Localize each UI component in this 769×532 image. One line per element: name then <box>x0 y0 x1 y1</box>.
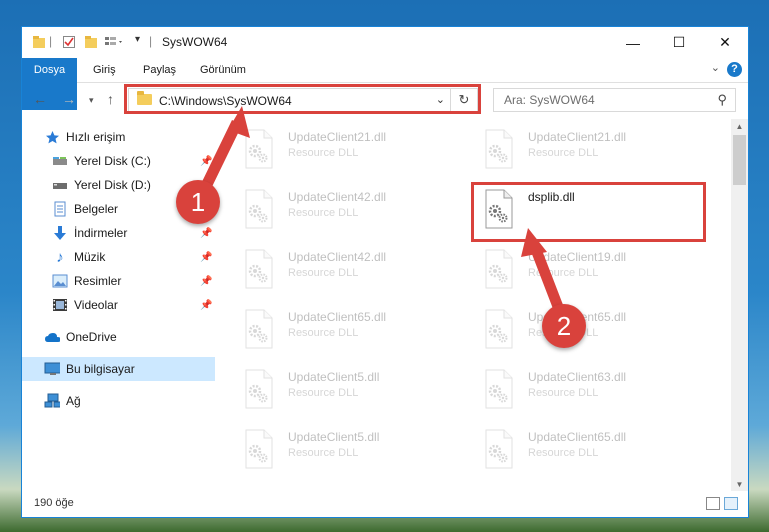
annotation-arrows <box>198 106 565 314</box>
step-2-badge: 2 <box>542 304 586 348</box>
step-1-badge: 1 <box>176 180 220 224</box>
arrow-2-head <box>521 228 547 257</box>
